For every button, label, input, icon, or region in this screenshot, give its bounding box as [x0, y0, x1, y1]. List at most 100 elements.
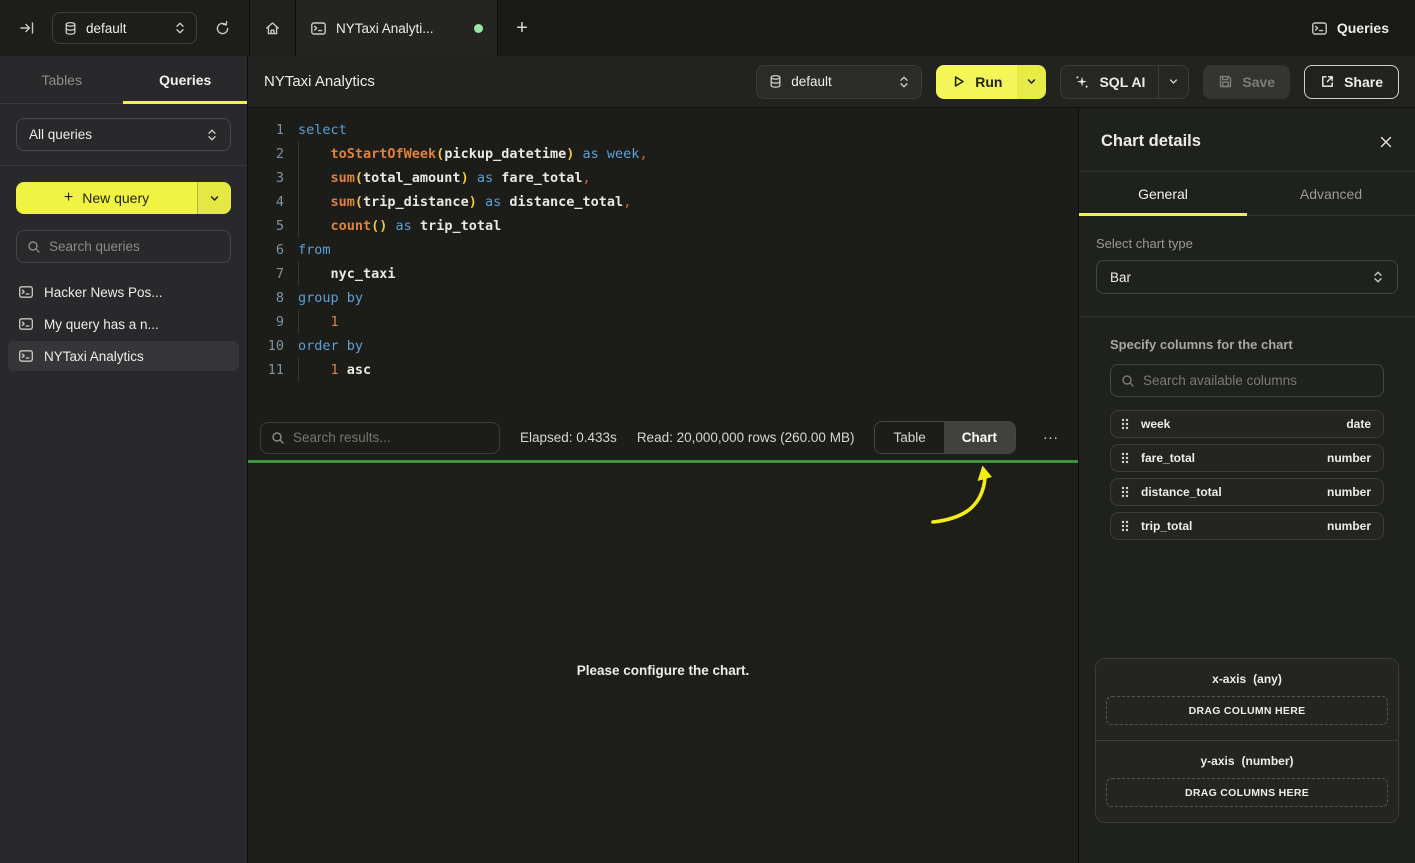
- save-label: Save: [1242, 74, 1275, 90]
- sql-editor[interactable]: 1select2 toStartOfWeek(pickup_datetime) …: [248, 108, 1078, 415]
- database-icon: [63, 21, 78, 36]
- chart-type-value: Bar: [1110, 270, 1364, 285]
- search-icon: [27, 240, 41, 254]
- code-text: sum(trip_distance) as distance_total,: [294, 190, 631, 214]
- collapse-sidebar-button[interactable]: [14, 15, 40, 41]
- chart-empty-message: Please configure the chart.: [577, 663, 750, 678]
- x-axis-label: x-axis: [1212, 672, 1246, 686]
- new-query-button[interactable]: + New query: [16, 182, 231, 214]
- terminal-icon: [310, 20, 327, 37]
- run-button[interactable]: Run: [936, 65, 1046, 99]
- column-chip-list: week date fare_total number: [1110, 410, 1384, 540]
- code-line[interactable]: 8group by: [248, 286, 1078, 310]
- page-title: NYTaxi Analytics: [264, 73, 375, 90]
- column-chip-fare-total[interactable]: fare_total number: [1110, 444, 1384, 472]
- code-line[interactable]: 5 count() as trip_total: [248, 214, 1078, 238]
- tab-nytaxi-analytics[interactable]: NYTaxi Analyti...: [296, 0, 498, 56]
- query-item-my-query[interactable]: My query has a n...: [8, 309, 239, 339]
- panel-header: Chart details: [1079, 108, 1415, 172]
- panel-tab-general[interactable]: General: [1079, 172, 1247, 215]
- code-text: from: [294, 238, 331, 262]
- column-type: number: [1327, 485, 1371, 499]
- code-line[interactable]: 10order by: [248, 334, 1078, 358]
- topbar-right: Queries: [1311, 0, 1415, 56]
- share-label: Share: [1344, 74, 1383, 90]
- home-tab[interactable]: [250, 0, 296, 56]
- y-axis-header: y-axis (number): [1106, 754, 1388, 768]
- column-chip-trip-total[interactable]: trip_total number: [1110, 512, 1384, 540]
- chart-type-select[interactable]: Bar: [1096, 260, 1398, 294]
- query-toolbar: NYTaxi Analytics default Run: [248, 56, 1415, 108]
- code-line[interactable]: 4 sum(trip_distance) as distance_total,: [248, 190, 1078, 214]
- topbar-database-select[interactable]: default: [52, 12, 197, 44]
- run-dropdown[interactable]: [1017, 65, 1046, 99]
- chevron-down-icon: [1168, 76, 1179, 87]
- results-more-button[interactable]: ...: [1036, 426, 1066, 449]
- new-query-dropdown[interactable]: [197, 182, 231, 214]
- line-number: 5: [248, 214, 284, 238]
- view-toggle-chart[interactable]: Chart: [944, 422, 1015, 453]
- query-list: Hacker News Pos... My query has a n... N…: [0, 277, 247, 371]
- x-axis-header: x-axis (any): [1106, 672, 1388, 686]
- chart-area: Please configure the chart.: [248, 463, 1078, 863]
- code-text: count() as trip_total: [294, 214, 501, 238]
- x-axis-drop-zone[interactable]: DRAG COLUMN HERE: [1106, 696, 1388, 725]
- annotation-arrow: [908, 464, 1038, 530]
- code-line[interactable]: 9 1: [248, 310, 1078, 334]
- drag-handle-icon: [1120, 417, 1130, 431]
- sql-ai-button[interactable]: SQL AI: [1060, 65, 1189, 99]
- run-button-main[interactable]: Run: [936, 65, 1017, 99]
- unsaved-changes-dot: [474, 24, 483, 33]
- code-text: order by: [294, 334, 363, 358]
- query-item-hacker-news[interactable]: Hacker News Pos...: [8, 277, 239, 307]
- refresh-button[interactable]: [209, 15, 235, 41]
- save-button[interactable]: Save: [1203, 65, 1290, 99]
- query-filter-select[interactable]: All queries: [16, 118, 231, 151]
- y-axis-constraint: (number): [1242, 754, 1294, 768]
- sql-ai-dropdown[interactable]: [1158, 66, 1188, 98]
- plus-icon: +: [64, 189, 73, 207]
- view-toggle-table[interactable]: Table: [875, 422, 943, 453]
- toolbar-database-select[interactable]: default: [756, 65, 922, 99]
- panel-tab-advanced[interactable]: Advanced: [1247, 172, 1415, 215]
- code-line[interactable]: 7 nyc_taxi: [248, 262, 1078, 286]
- sidebar-tab-queries[interactable]: Queries: [123, 56, 246, 103]
- elapsed-stat: Elapsed: 0.433s: [520, 430, 617, 445]
- code-line[interactable]: 11 1 asc: [248, 358, 1078, 382]
- query-search[interactable]: [16, 230, 231, 263]
- share-button[interactable]: Share: [1304, 65, 1399, 99]
- terminal-icon: [18, 316, 34, 332]
- column-name: fare_total: [1141, 451, 1316, 465]
- sql-ai-main[interactable]: SQL AI: [1061, 66, 1158, 98]
- column-chip-distance-total[interactable]: distance_total number: [1110, 478, 1384, 506]
- code-text: select: [294, 118, 347, 142]
- column-chip-week[interactable]: week date: [1110, 410, 1384, 438]
- tab-label: NYTaxi Analyti...: [336, 21, 465, 36]
- collapse-sidebar-icon: [19, 20, 35, 36]
- code-line[interactable]: 1select: [248, 118, 1078, 142]
- new-query-main[interactable]: + New query: [16, 182, 197, 214]
- code-line[interactable]: 2 toStartOfWeek(pickup_datetime) as week…: [248, 142, 1078, 166]
- run-label: Run: [975, 74, 1002, 90]
- new-tab-button[interactable]: +: [498, 0, 546, 56]
- top-bar: default NYTaxi Analyti... +: [0, 0, 1415, 56]
- code-line[interactable]: 3 sum(total_amount) as fare_total,: [248, 166, 1078, 190]
- queries-panel-button[interactable]: Queries: [1311, 20, 1389, 37]
- code-line[interactable]: 6from: [248, 238, 1078, 262]
- query-search-input[interactable]: [49, 239, 220, 254]
- results-toolbar: Elapsed: 0.433s Read: 20,000,000 rows (2…: [248, 415, 1078, 460]
- columns-search-input[interactable]: [1143, 373, 1373, 388]
- query-item-nytaxi-analytics[interactable]: NYTaxi Analytics: [8, 341, 239, 371]
- sidebar-tab-tables[interactable]: Tables: [0, 56, 123, 103]
- query-filter-value: All queries: [29, 127, 198, 142]
- terminal-icon: [18, 348, 34, 364]
- y-axis-drop-zone[interactable]: DRAG COLUMNS HERE: [1106, 778, 1388, 807]
- columns-search[interactable]: [1110, 364, 1384, 397]
- results-search[interactable]: [260, 422, 500, 454]
- column-name: distance_total: [1141, 485, 1316, 499]
- search-icon: [1121, 374, 1135, 388]
- chart-type-section: Select chart type Bar: [1079, 216, 1415, 317]
- close-panel-button[interactable]: [1379, 135, 1393, 149]
- line-number: 3: [248, 166, 284, 190]
- results-search-input[interactable]: [293, 430, 489, 445]
